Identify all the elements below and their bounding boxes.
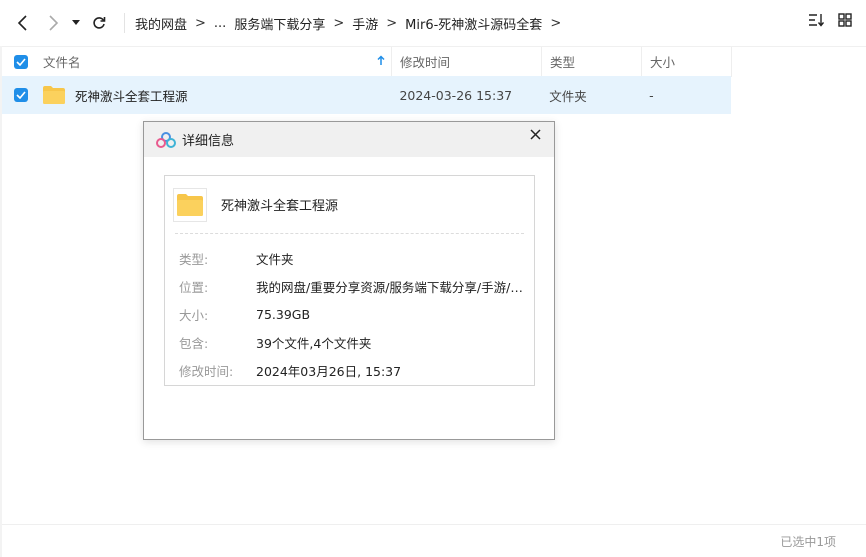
info-row-size: 大小: 75.39GB [179, 300, 534, 328]
column-header-name[interactable]: 文件名 [2, 46, 392, 77]
breadcrumb-item-current[interactable]: Mir6-死神激斗源码全套 [405, 14, 542, 33]
table-row[interactable]: 死神激斗全套工程源 2024-03-26 15:37 文件夹 - [2, 76, 731, 114]
dropdown-caret-icon [72, 20, 80, 25]
sort-button[interactable] [808, 13, 825, 31]
breadcrumb-item-root[interactable]: 我的网盘 [135, 14, 187, 33]
breadcrumb-item-server-share[interactable]: 服务端下载分享 [234, 14, 325, 33]
column-label-modified: 修改时间 [400, 55, 451, 70]
refresh-button[interactable] [86, 10, 112, 36]
breadcrumb-separator: > [550, 15, 562, 31]
info-row-modified: 修改时间: 2024年03月26日, 15:37 [179, 356, 534, 384]
dialog-close-button[interactable] [526, 125, 544, 143]
select-all-checkbox[interactable] [14, 54, 28, 69]
info-key: 大小: [179, 307, 209, 323]
toolbar: 我的网盘 > ... 服务端下载分享 > 手游 > Mir6-死神激斗源码全套 … [0, 0, 866, 46]
info-key: 修改时间: [179, 363, 234, 379]
checkbox-checked-icon [16, 57, 26, 66]
column-header-size[interactable]: 大小 [642, 46, 732, 77]
history-dropdown-button[interactable] [68, 10, 84, 36]
file-name: 死神激斗全套工程源 [75, 88, 188, 104]
info-key: 包含: [179, 335, 209, 351]
refresh-icon [93, 17, 106, 29]
cell-type: 文件夹 [549, 88, 587, 104]
info-row-contains: 包含: 39个文件,4个文件夹 [179, 328, 534, 356]
column-header-type[interactable]: 类型 [542, 46, 642, 77]
details-card-header: 死神激斗全套工程源 [173, 176, 524, 234]
left-edge [0, 46, 2, 557]
info-value: 75.39GB [256, 306, 311, 322]
file-list-header: 文件名 修改时间 类型 大小 [2, 46, 866, 77]
grid-view-button[interactable] [838, 13, 852, 31]
info-value: 2024年03月26日, 15:37 [256, 363, 402, 379]
breadcrumb-separator: > [333, 15, 345, 31]
row-checkbox[interactable] [14, 88, 28, 102]
breadcrumb-item-ellipsis[interactable]: ... [214, 16, 226, 31]
sort-icon [809, 14, 825, 27]
breadcrumb-separator: > [386, 15, 398, 31]
checkbox-checked-icon [16, 91, 26, 99]
breadcrumb-item-mobile-games[interactable]: 手游 [352, 14, 378, 33]
column-label-type: 类型 [550, 55, 576, 70]
info-key: 类型: [179, 251, 209, 267]
details-card: 死神激斗全套工程源 类型: 文件夹 位置: 我的网盘/重要分享资源/服务端下载分… [164, 175, 535, 386]
toolbar-right [808, 13, 852, 31]
dialog-title: 详细信息 [182, 134, 235, 149]
column-header-modified[interactable]: 修改时间 [392, 46, 542, 77]
close-icon [529, 128, 541, 140]
selection-count: 已选中1项 [780, 535, 836, 549]
dialog-titlebar[interactable]: 详细信息 [144, 122, 554, 157]
back-button[interactable] [10, 10, 36, 36]
folder-icon [177, 193, 203, 216]
info-key: 位置: [179, 279, 209, 295]
forward-button[interactable] [40, 10, 66, 36]
folder-thumbnail [173, 187, 207, 222]
sort-indicator [377, 54, 385, 69]
cloud-logo-icon [156, 131, 176, 148]
info-value: 我的网盘/重要分享资源/服务端下载分享/手游/M... [256, 279, 528, 295]
back-arrow-icon [17, 15, 27, 31]
breadcrumb: 我的网盘 > ... 服务端下载分享 > 手游 > Mir6-死神激斗源码全套 … [135, 14, 569, 33]
sort-up-arrow-icon [377, 54, 385, 65]
column-label-name: 文件名 [43, 55, 81, 70]
details-file-name: 死神激斗全套工程源 [221, 199, 339, 214]
cell-size: - [649, 87, 654, 103]
toolbar-separator [124, 13, 125, 33]
grid-view-icon [838, 13, 852, 27]
details-dialog: 详细信息 死神激斗全套工程源 类型: 文件夹 位置: 我的网盘/重要分享资源/服… [143, 121, 555, 440]
folder-icon [43, 86, 65, 104]
breadcrumb-separator: > [195, 15, 206, 31]
info-row-type: 类型: 文件夹 [179, 244, 534, 272]
info-value: 39个文件,4个文件夹 [256, 335, 372, 351]
forward-arrow-icon [49, 15, 59, 31]
info-value: 文件夹 [256, 251, 294, 267]
info-row-location: 位置: 我的网盘/重要分享资源/服务端下载分享/手游/M... [179, 272, 534, 300]
cell-name: 死神激斗全套工程源 [2, 86, 391, 105]
details-info-list: 类型: 文件夹 位置: 我的网盘/重要分享资源/服务端下载分享/手游/M... … [165, 234, 534, 384]
column-label-size: 大小 [650, 55, 676, 70]
status-bar: 已选中1项 [2, 524, 866, 557]
cell-modified: 2024-03-26 15:37 [399, 87, 513, 103]
